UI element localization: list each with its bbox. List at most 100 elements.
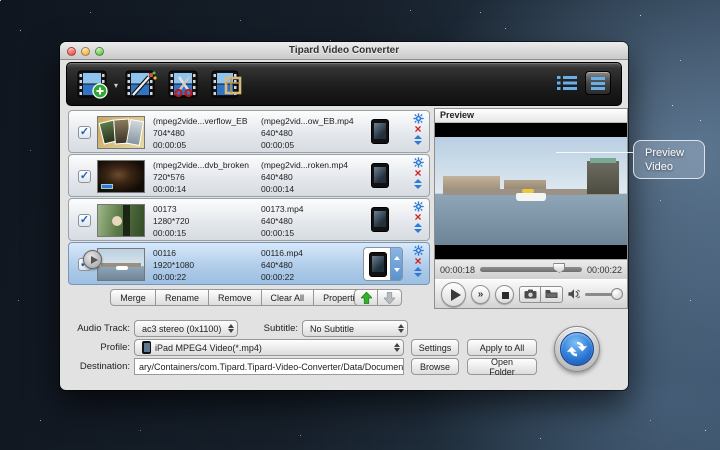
source-resolution: 1920*1080: [153, 259, 259, 271]
video-thumbnail: [97, 248, 145, 281]
camera-icon: [524, 289, 537, 299]
starfield-background: [0, 0, 1, 1]
play-button[interactable]: [441, 282, 466, 307]
row-checkbox[interactable]: ✓: [78, 170, 91, 183]
file-row-selected[interactable]: ✓ 00116 1920*1080 00:00:22 00116.mp4 640…: [68, 242, 430, 285]
row-remove-icon[interactable]: ×: [414, 168, 421, 179]
audio-track-label: Audio Track:: [68, 323, 130, 334]
clear-all-button[interactable]: Clear All: [262, 289, 315, 306]
crop-button[interactable]: [211, 69, 245, 101]
app-window: Tipard Video Converter ▾: [60, 42, 628, 390]
convert-button[interactable]: [554, 326, 600, 372]
add-video-button[interactable]: [77, 69, 111, 101]
window-title: Tipard Video Converter: [60, 45, 628, 56]
row-checkbox[interactable]: ✓: [78, 126, 91, 139]
titlebar: Tipard Video Converter: [60, 42, 628, 60]
add-video-dropdown-caret-icon[interactable]: ▾: [114, 81, 118, 90]
destination-field[interactable]: ary/Containers/com.Tipard.Tipard-Video-C…: [134, 358, 404, 375]
source-info: (mpeg2vide...verflow_EB 704*480 00:00:05: [153, 115, 259, 151]
output-info: (mpeg2vid...roken.mp4 640*480 00:00:14: [261, 159, 367, 195]
source-filename: (mpeg2vide...dvb_broken: [153, 159, 259, 171]
profile-select[interactable]: iPad MPEG4 Video(*.mp4): [134, 339, 404, 356]
move-down-button[interactable]: [378, 289, 402, 306]
row-move-arrows-icon[interactable]: [414, 267, 422, 277]
output-info: 00173.mp4 640*480 00:00:15: [261, 203, 367, 239]
volume-slider[interactable]: [585, 293, 621, 296]
row-checkbox[interactable]: ✓: [78, 214, 91, 227]
output-resolution: 640*480: [261, 215, 367, 227]
folder-icon: [545, 289, 558, 299]
output-resolution: 640*480: [261, 259, 367, 271]
stepper-icon: [394, 343, 400, 352]
source-duration: 00:00:22: [153, 271, 259, 283]
settings-button[interactable]: Settings: [411, 339, 459, 356]
output-info: 00116.mp4 640*480 00:00:22: [261, 247, 367, 283]
audio-subtitle-row: Audio Track: ac3 stereo (0x1100) Subtitl…: [68, 320, 408, 337]
seek-row: 00:00:18 00:00:22: [435, 259, 627, 279]
subtitle-value: No Subtitle: [310, 324, 394, 334]
seek-slider[interactable]: [480, 267, 582, 272]
merge-button[interactable]: Merge: [110, 289, 156, 306]
file-row[interactable]: ✓ (mpeg2vide...dvb_broken 720*576 00:00:…: [68, 154, 430, 197]
list-action-buttons: Merge Rename Remove Clear All Properties: [110, 289, 374, 306]
destination-row: Destination: ary/Containers/com.Tipard.T…: [68, 358, 537, 375]
ipad-device-icon: [371, 207, 389, 232]
tooltip-line2: Video: [645, 160, 704, 174]
seek-slider-thumb[interactable]: [553, 263, 565, 273]
apply-to-all-button[interactable]: Apply to All: [467, 339, 537, 356]
output-duration: 00:00:22: [261, 271, 367, 283]
row-move-arrows-icon[interactable]: [414, 179, 422, 189]
convert-sync-arrows-icon: [566, 338, 588, 360]
rename-button[interactable]: Rename: [156, 289, 209, 306]
snapshot-folder-button[interactable]: [541, 286, 563, 303]
destination-label: Destination:: [68, 361, 130, 372]
toolbar: ▾: [66, 62, 622, 106]
output-duration: 00:00:05: [261, 139, 367, 151]
preview-title: Preview: [435, 109, 627, 123]
speaker-icon[interactable]: [568, 288, 580, 300]
source-duration: 00:00:15: [153, 227, 259, 239]
crop-icon: [211, 70, 245, 100]
audio-track-select[interactable]: ac3 stereo (0x1100): [134, 320, 238, 337]
profile-value: iPad MPEG4 Video(*.mp4): [155, 343, 390, 353]
detail-view-toggle[interactable]: [585, 71, 611, 95]
device-profile-dropdown[interactable]: [363, 247, 403, 281]
subtitle-select[interactable]: No Subtitle: [302, 320, 408, 337]
volume-slider-thumb[interactable]: [611, 288, 623, 300]
output-filename: 00116.mp4: [261, 247, 367, 259]
clip-button[interactable]: [168, 69, 202, 101]
preview-video-tooltip: Preview Video: [633, 140, 705, 179]
list-view-toggle[interactable]: [557, 75, 577, 91]
row-remove-icon[interactable]: ×: [414, 256, 421, 267]
move-up-button[interactable]: [354, 289, 378, 306]
open-folder-button[interactable]: Open Folder: [467, 358, 537, 375]
video-frame: [435, 137, 627, 245]
scissors-icon: [168, 70, 202, 100]
ipad-device-icon: [371, 119, 389, 144]
row-remove-icon[interactable]: ×: [414, 124, 421, 135]
fast-forward-button[interactable]: »: [471, 285, 490, 304]
browse-button[interactable]: Browse: [411, 358, 459, 375]
remove-button[interactable]: Remove: [209, 289, 262, 306]
file-row[interactable]: ✓ (mpeg2vide...verflow_EB 704*480 00:00:…: [68, 110, 430, 153]
output-resolution: 640*480: [261, 127, 367, 139]
source-info: 00173 1280*720 00:00:15: [153, 203, 259, 239]
profile-label: Profile:: [68, 342, 130, 353]
video-thumbnail: [97, 160, 145, 193]
play-overlay-icon[interactable]: [83, 250, 102, 269]
file-row[interactable]: ✓ 00173 1280*720 00:00:15 00173.mp4 640*…: [68, 198, 430, 241]
stop-button[interactable]: [495, 285, 514, 304]
row-remove-icon[interactable]: ×: [414, 212, 421, 223]
row-move-arrows-icon[interactable]: [414, 135, 422, 145]
total-time: 00:00:22: [587, 265, 622, 275]
snapshot-button[interactable]: [519, 286, 541, 303]
source-resolution: 704*480: [153, 127, 259, 139]
preview-video-area[interactable]: [435, 123, 627, 259]
list-view-icon: [557, 75, 577, 91]
source-info: (mpeg2vide...dvb_broken 720*576 00:00:14: [153, 159, 259, 195]
stepper-icon: [228, 324, 234, 333]
effect-button[interactable]: [125, 69, 159, 101]
tooltip-connector-line: [556, 152, 633, 153]
row-move-arrows-icon[interactable]: [414, 223, 422, 233]
output-filename: (mpeg2vid...roken.mp4: [261, 159, 367, 171]
